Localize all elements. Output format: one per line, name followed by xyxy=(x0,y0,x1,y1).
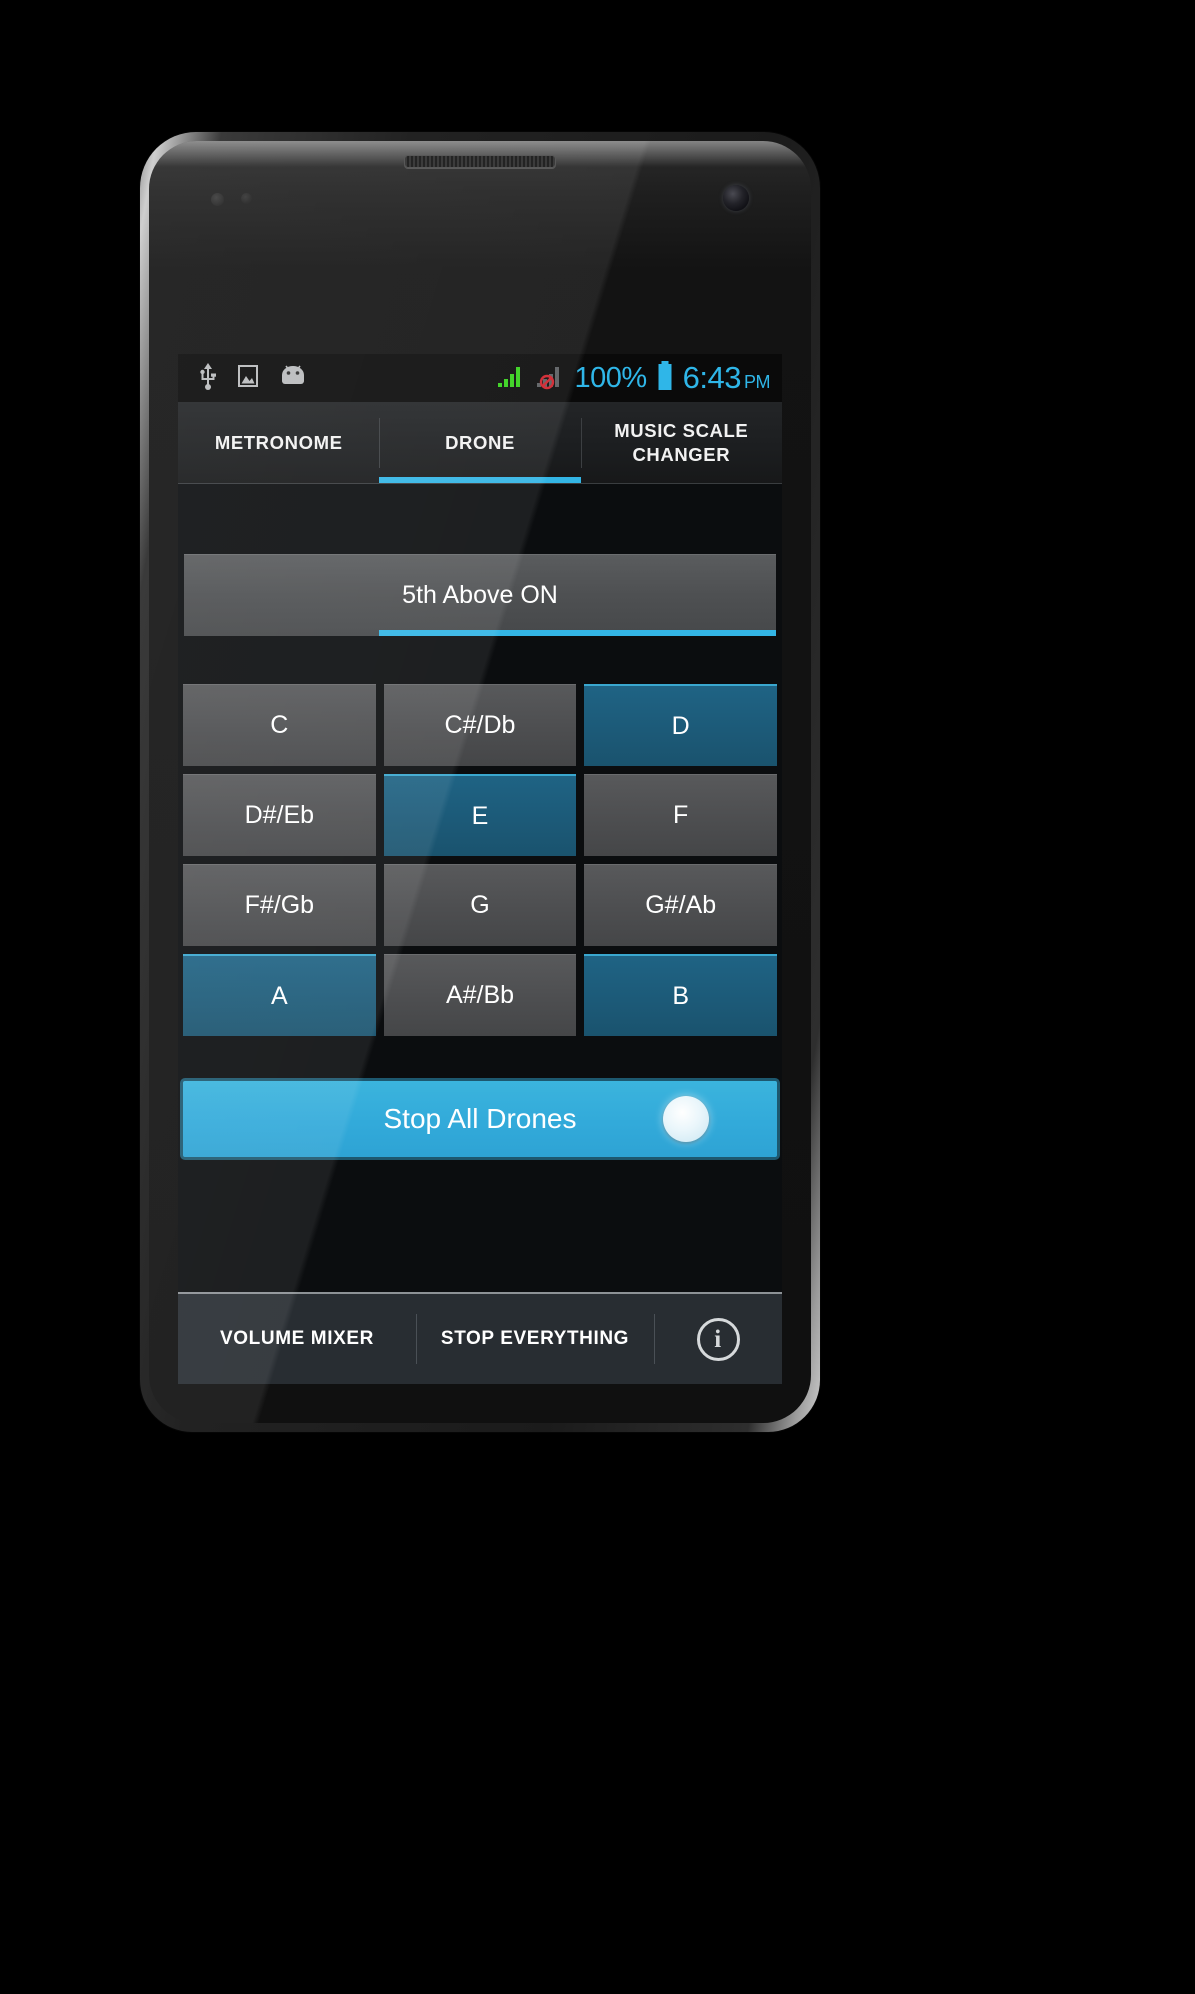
note-label: B xyxy=(672,981,689,1010)
note-label: A#/Bb xyxy=(445,981,515,1009)
fifth-above-active-underline xyxy=(379,630,776,636)
note-label: E xyxy=(471,801,489,830)
battery-full-icon xyxy=(656,360,674,397)
screenshot-image-icon xyxy=(236,362,260,395)
android-robot-icon xyxy=(278,362,308,395)
status-bar-right: 100% 6:43 PM xyxy=(496,360,771,397)
note-button-a[interactable]: A xyxy=(183,954,376,1036)
note-label: G#/Ab xyxy=(645,891,717,919)
phone-front-face: 100% 6:43 PM METRONOME DRONE MUSIC SCALE… xyxy=(149,141,811,1423)
note-label: F#/Gb xyxy=(244,891,315,919)
note-button-asbb[interactable]: A#/Bb xyxy=(383,954,577,1036)
note-button-f[interactable]: F xyxy=(584,774,777,856)
tab-metronome[interactable]: METRONOME xyxy=(178,402,379,484)
proximity-sensor xyxy=(211,193,224,206)
note-button-d[interactable]: D xyxy=(584,684,777,766)
fifth-above-toggle-button[interactable]: 5th Above ON xyxy=(184,554,776,636)
note-label: A xyxy=(270,981,288,1010)
drone-panel: 5th Above ON C C#/Db D D#/Eb E F F#/Gb G… xyxy=(178,484,782,1384)
toggle-knob-icon[interactable] xyxy=(663,1096,709,1142)
note-button-dseb[interactable]: D#/Eb xyxy=(183,774,376,856)
note-label: D#/Eb xyxy=(244,801,315,829)
volume-mixer-button[interactable]: VOLUME MIXER xyxy=(178,1294,416,1384)
usb-icon xyxy=(198,362,218,395)
phone-device: 100% 6:43 PM METRONOME DRONE MUSIC SCALE… xyxy=(140,132,820,1432)
note-label: C xyxy=(270,711,289,739)
note-label: C#/Db xyxy=(444,711,516,739)
clock-hhmm: 6:43 xyxy=(682,360,742,395)
note-label: G xyxy=(470,891,490,919)
note-button-csdb[interactable]: C#/Db xyxy=(383,684,577,766)
tab-bar: METRONOME DRONE MUSIC SCALE CHANGER xyxy=(178,402,782,484)
stop-all-drones-label: Stop All Drones xyxy=(383,1103,577,1134)
tab-drone[interactable]: DRONE xyxy=(379,402,581,484)
signal-bars-icon xyxy=(496,362,526,395)
note-button-fsgb[interactable]: F#/Gb xyxy=(183,864,376,946)
note-label: D xyxy=(671,711,690,740)
tab-music-scale-changer[interactable]: MUSIC SCALE CHANGER xyxy=(580,402,782,484)
stop-everything-label: STOP EVERYTHING xyxy=(440,1328,630,1349)
note-button-c[interactable]: C xyxy=(183,684,376,766)
signal-no-service-icon xyxy=(535,362,565,395)
tab-drone-label: DRONE xyxy=(445,432,515,454)
note-button-gsab[interactable]: G#/Ab xyxy=(584,864,777,946)
note-button-e[interactable]: E xyxy=(383,774,577,856)
note-button-b[interactable]: B xyxy=(584,954,777,1036)
note-grid: C C#/Db D D#/Eb E F F#/Gb G G#/Ab A A#/B… xyxy=(178,684,782,1036)
stop-everything-button[interactable]: STOP EVERYTHING xyxy=(416,1294,654,1384)
info-button[interactable]: i xyxy=(654,1294,782,1384)
top-spacer xyxy=(178,484,782,554)
light-sensor xyxy=(241,193,252,204)
volume-mixer-label: VOLUME MIXER xyxy=(220,1328,374,1349)
clock-meridiem: PM xyxy=(744,372,771,392)
phone-screen: 100% 6:43 PM METRONOME DRONE MUSIC SCALE… xyxy=(178,354,782,1384)
battery-percent-label: 100% xyxy=(574,361,647,394)
tab-metronome-label: METRONOME xyxy=(214,432,343,454)
spacer-between-grid-and-stop xyxy=(178,1036,782,1078)
info-icon: i xyxy=(696,1317,740,1361)
note-button-g[interactable]: G xyxy=(383,864,577,946)
clock-time: 6:43 PM xyxy=(682,360,771,396)
spacer-between-toggle-and-grid xyxy=(178,636,782,684)
status-bar: 100% 6:43 PM xyxy=(178,354,782,402)
bottom-action-bar: VOLUME MIXER STOP EVERYTHING i xyxy=(178,1292,782,1384)
screenshot-canvas: 100% 6:43 PM METRONOME DRONE MUSIC SCALE… xyxy=(0,0,1195,1994)
stop-all-drones-button[interactable]: Stop All Drones xyxy=(180,1078,780,1160)
note-label: F xyxy=(673,801,689,829)
status-bar-left-icons xyxy=(198,362,308,395)
tab-music-scale-changer-label: MUSIC SCALE CHANGER xyxy=(614,420,749,465)
bottom-filler xyxy=(178,1160,782,1292)
fifth-above-toggle-label: 5th Above ON xyxy=(402,581,558,609)
info-glyph: i xyxy=(714,1325,722,1353)
earpiece-speaker xyxy=(404,155,556,168)
front-camera-icon xyxy=(723,185,749,211)
